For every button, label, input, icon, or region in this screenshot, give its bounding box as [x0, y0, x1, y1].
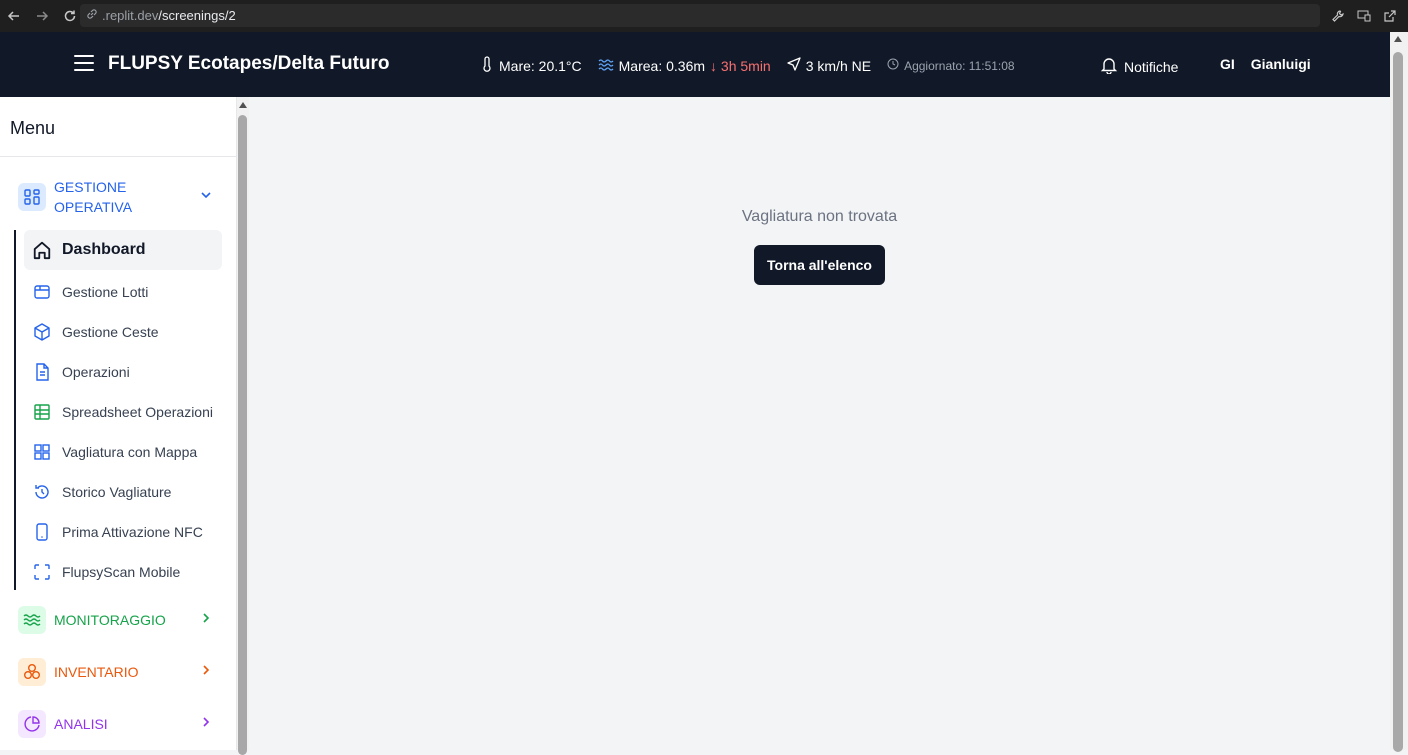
sidebar-item-label: Gestione Ceste	[62, 324, 159, 340]
sidebar-item-label: Gestione Lotti	[62, 284, 149, 300]
divider	[0, 156, 236, 157]
wrench-icon[interactable]	[1328, 6, 1348, 26]
section-label: INVENTARIO	[54, 664, 139, 680]
user-name: Gianluigi	[1250, 56, 1311, 72]
chevron-right-icon[interactable]	[200, 611, 212, 629]
chevron-right-icon[interactable]	[200, 663, 212, 681]
user-avatar: GI	[1220, 56, 1235, 72]
sidebar-item-label: Spreadsheet Operazioni	[62, 404, 213, 420]
address-bar[interactable]: .replit.dev/screenings/2	[80, 4, 1320, 27]
scroll-up-arrow-icon[interactable]	[239, 102, 247, 108]
sidebar-item-label: FlupsyScan Mobile	[62, 564, 181, 580]
pie-chart-icon	[18, 710, 46, 738]
sidebar-item-storico-vagliature[interactable]: Storico Vagliature	[24, 472, 222, 512]
sidebar-item-vagliatura-mappa[interactable]: Vagliatura con Mappa	[24, 432, 222, 472]
scroll-up-arrow-icon[interactable]	[1394, 36, 1402, 42]
table-icon	[32, 402, 52, 422]
tide-level: Marea: 0.36m	[618, 57, 706, 74]
wind-speed: 3 km/h NE	[805, 57, 872, 74]
sidebar-item-spreadsheet-operazioni[interactable]: Spreadsheet Operazioni	[24, 392, 222, 432]
weather-bar: Mare: 20.1°C Marea: 0.36m ↓ 3h 5min 3 km…	[480, 56, 1031, 75]
back-arrow-icon[interactable]	[4, 6, 24, 26]
sidebar-item-label: Prima Attivazione NFC	[62, 524, 203, 540]
browser-toolbar: .replit.dev/screenings/2	[0, 0, 1408, 32]
sidebar-title: Menu	[10, 118, 56, 138]
layout-grid-icon	[18, 183, 46, 211]
page-scrollbar[interactable]	[1390, 32, 1408, 752]
box-icon	[32, 322, 52, 342]
section-label: MONITORAGGIO	[54, 612, 166, 628]
scrollbar-thumb[interactable]	[238, 115, 247, 755]
sidebar-item-gestione-ceste[interactable]: Gestione Ceste	[24, 312, 222, 352]
user-menu[interactable]: GI Gianluigi	[1220, 56, 1311, 72]
main-content: Vagliatura non trovata Torna all'elenco	[249, 97, 1390, 750]
section-inventario[interactable]: INVENTARIO	[18, 658, 218, 686]
sidebar-item-prima-attivazione-nfc[interactable]: Prima Attivazione NFC	[24, 512, 222, 552]
file-text-icon	[32, 362, 52, 382]
back-to-list-button[interactable]: Torna all'elenco	[754, 245, 885, 285]
section-gestione-operativa[interactable]: GESTIONE OPERATIVA	[18, 177, 218, 217]
sidebar-item-flupsyscan-mobile[interactable]: FlupsyScan Mobile	[24, 552, 222, 592]
section-label: GESTIONE OPERATIVA	[54, 179, 133, 215]
external-link-icon[interactable]	[1380, 6, 1400, 26]
clock-icon	[887, 58, 899, 73]
section-label: ANALISI	[54, 716, 108, 732]
forward-arrow-icon[interactable]	[32, 6, 52, 26]
hamburger-menu-icon[interactable]	[74, 55, 94, 73]
notifications-label: Notifiche	[1124, 58, 1179, 75]
home-icon	[32, 240, 52, 260]
section-analisi[interactable]: ANALISI	[18, 710, 218, 738]
waves-icon	[598, 57, 614, 74]
sidebar-item-label: Dashboard	[62, 241, 146, 258]
waves-icon	[18, 606, 46, 634]
not-found-message: Vagliatura non trovata	[741, 208, 898, 225]
sidebar-scrollbar[interactable]	[237, 97, 249, 755]
sea-temperature: Mare: 20.1°C	[499, 57, 582, 74]
history-icon	[32, 482, 52, 502]
boxes-icon	[18, 658, 46, 686]
last-updated: Aggiornato: 11:51:08	[904, 58, 1015, 73]
thermometer-icon	[480, 56, 494, 75]
section-monitoraggio[interactable]: MONITORAGGIO	[18, 606, 218, 634]
notifications-button[interactable]: Notifiche	[1100, 56, 1178, 77]
scan-icon	[32, 562, 52, 582]
tide-trend: ↓ 3h 5min	[710, 57, 771, 74]
app-title: FLUPSY Ecotapes/Delta Futuro	[108, 53, 390, 74]
grid-icon	[32, 442, 52, 462]
sidebar: Menu GESTIONE OPERATIVA Dashboard Gestio…	[0, 97, 237, 750]
app-header: FLUPSY Ecotapes/Delta Futuro Mare: 20.1°…	[0, 32, 1390, 97]
subnav-line	[14, 230, 16, 590]
sidebar-item-dashboard[interactable]: Dashboard	[24, 230, 222, 270]
package-icon	[32, 282, 52, 302]
sidebar-item-label: Storico Vagliature	[62, 484, 172, 500]
smartphone-icon	[32, 522, 52, 542]
sidebar-item-label: Operazioni	[62, 364, 130, 380]
link-icon	[86, 8, 98, 23]
sidebar-item-operazioni[interactable]: Operazioni	[24, 352, 222, 392]
sidebar-item-gestione-lotti[interactable]: Gestione Lotti	[24, 272, 222, 312]
sidebar-item-label: Vagliatura con Mappa	[62, 444, 198, 460]
devices-icon[interactable]	[1354, 6, 1374, 26]
reload-icon[interactable]	[60, 6, 80, 26]
scrollbar-thumb[interactable]	[1393, 52, 1403, 752]
navigation-icon	[787, 57, 801, 74]
url-path: /screenings/2	[158, 8, 236, 23]
chevron-down-icon[interactable]	[200, 188, 212, 206]
bell-icon	[1100, 56, 1118, 77]
chevron-right-icon[interactable]	[200, 715, 212, 733]
url-domain: .replit.dev	[102, 8, 159, 23]
